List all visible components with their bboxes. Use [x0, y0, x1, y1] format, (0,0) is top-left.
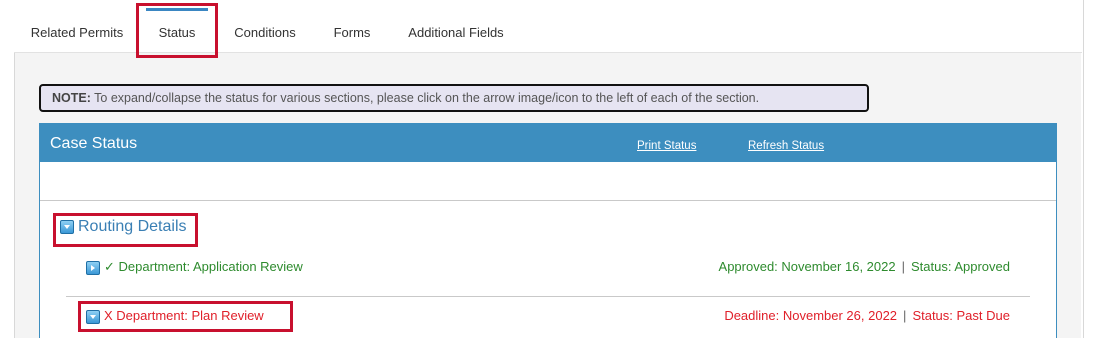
- note-banner: NOTE: To expand/collapse the status for …: [39, 84, 869, 112]
- case-status-header: Case Status Print Status Refresh Status: [40, 124, 1056, 162]
- routing-details-toggle[interactable]: Routing Details: [60, 218, 187, 236]
- status-separator: |: [901, 259, 905, 274]
- approved-date: Approved: November 16, 2022: [718, 259, 896, 274]
- tab-bar: Related Permits Status Conditions Forms …: [14, 0, 1082, 53]
- tab-additional-fields[interactable]: Additional Fields: [394, 0, 518, 52]
- note-text: To expand/collapse the status for variou…: [90, 91, 760, 105]
- tab-related-permits[interactable]: Related Permits: [18, 0, 136, 52]
- department-row-application-review: ✓ Department: Application Review: [86, 259, 303, 275]
- deadline-date: Deadline: November 26, 2022: [724, 308, 898, 323]
- routing-details-label: Routing Details: [78, 218, 187, 235]
- status-separator: |: [903, 308, 907, 323]
- department-row-plan-review: X Department: Plan Review: [86, 308, 264, 324]
- tab-status[interactable]: Status: [140, 0, 214, 52]
- expand-arrow-icon[interactable]: [86, 260, 100, 275]
- department-label: Department: Plan Review: [116, 308, 264, 323]
- case-status-panel: Case Status Print Status Refresh Status: [39, 123, 1057, 338]
- department-status-application-review: Approved: November 16, 2022 | Status: Appr…: [719, 259, 1010, 274]
- collapse-arrow-icon[interactable]: [60, 219, 74, 234]
- department-label: Department: Application Review: [118, 259, 303, 274]
- approved-check-icon: ✓: [104, 259, 115, 274]
- past-due-x-icon: X: [104, 308, 113, 323]
- tab-conditions[interactable]: Conditions: [220, 0, 310, 52]
- note-prefix: NOTE:: [52, 91, 91, 105]
- department-status-plan-review: Deadline: November 26, 2022 | Status: Past…: [724, 308, 1010, 323]
- status-value: Status: Approved: [910, 259, 1010, 274]
- collapse-arrow-icon[interactable]: [86, 309, 100, 324]
- status-value: Status: Past Due: [912, 308, 1010, 323]
- row-divider: [66, 296, 1030, 297]
- tab-forms[interactable]: Forms: [320, 0, 384, 52]
- case-status-title: Case Status: [50, 135, 138, 152]
- case-status-toolbar: [40, 162, 1056, 201]
